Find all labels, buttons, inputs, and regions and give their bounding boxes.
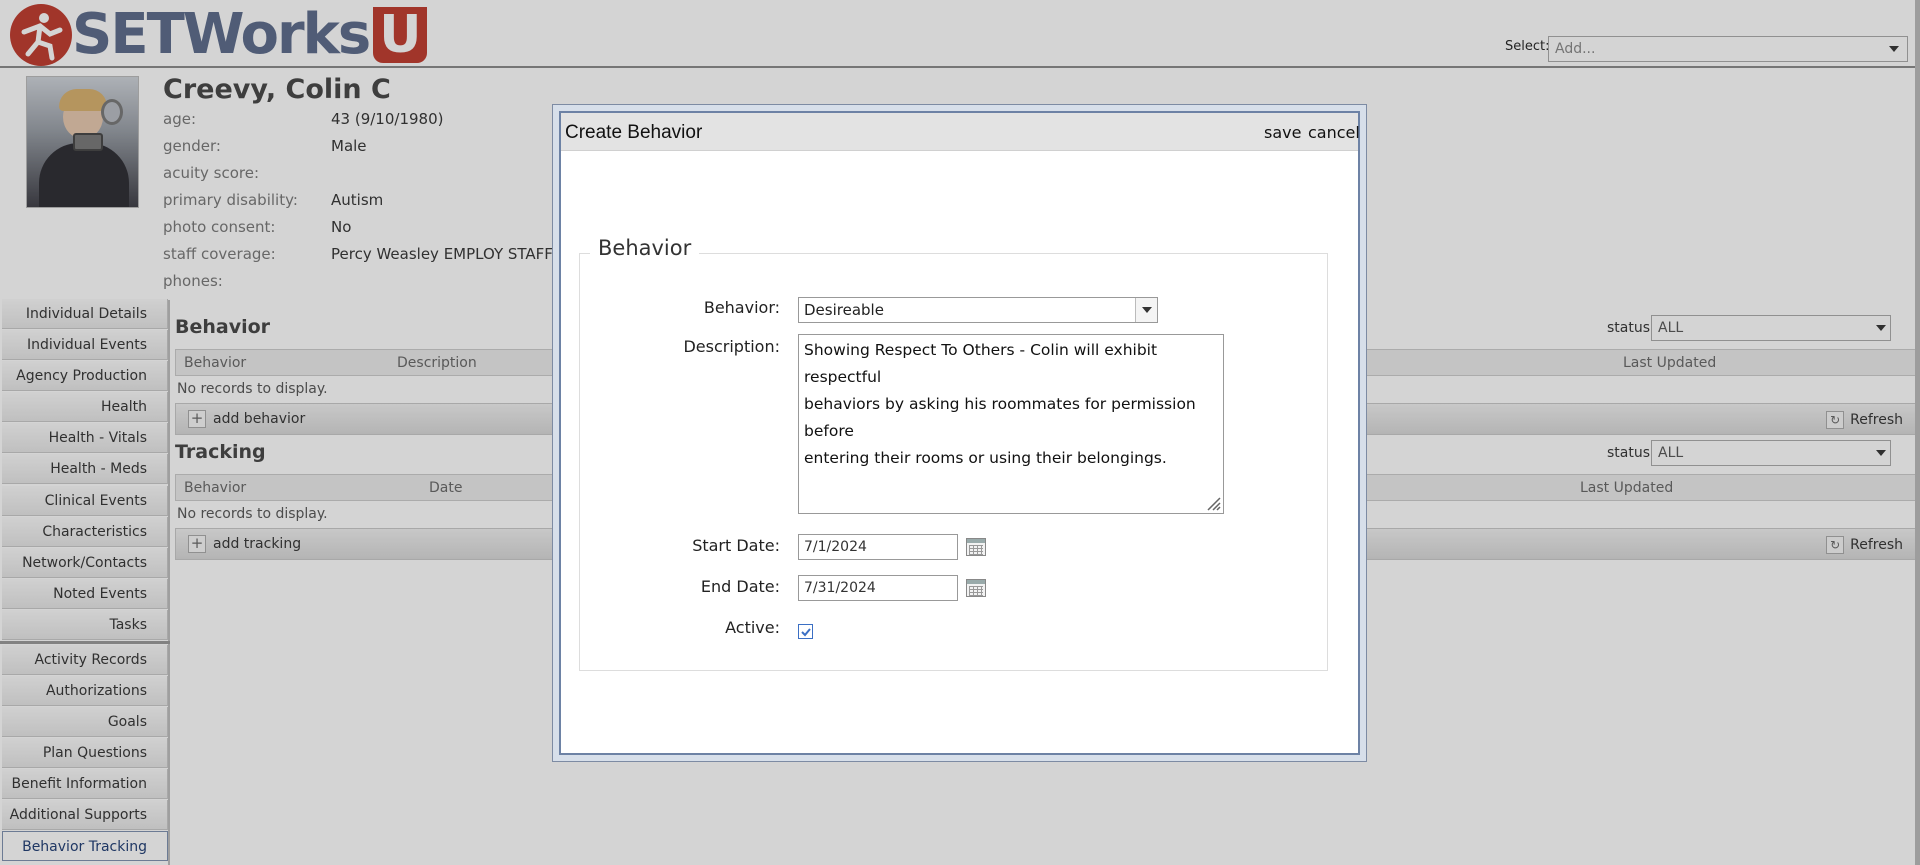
behavior-select[interactable]: Desireable: [798, 297, 1158, 323]
description-line: behaviors by asking his roommates for pe…: [804, 395, 1196, 440]
start-date-input[interactable]: 7/1/2024: [798, 534, 958, 560]
active-label: Active:: [725, 618, 780, 637]
calendar-icon[interactable]: [966, 538, 986, 556]
fieldset-legend: Behavior: [590, 236, 700, 260]
behavior-select-value: Desireable: [804, 301, 884, 319]
dialog-titlebar: Create Behavior save cancel: [561, 113, 1360, 151]
calendar-icon[interactable]: [966, 579, 986, 597]
dialog-body: Create Behavior save cancel Behavior Beh…: [559, 111, 1360, 755]
behavior-label: Behavior:: [703, 298, 780, 317]
end-date-input[interactable]: 7/31/2024: [798, 575, 958, 601]
cancel-button[interactable]: cancel: [1308, 123, 1360, 142]
create-behavior-dialog: Create Behavior save cancel Behavior Beh…: [552, 104, 1367, 762]
description-line: Showing Respect To Others - Colin will e…: [804, 341, 1158, 386]
save-button[interactable]: save: [1264, 123, 1301, 142]
resize-grip-icon[interactable]: [1203, 493, 1221, 511]
app-root: SETWorks U Select: Add... Creevy, Colin …: [0, 0, 1920, 865]
chevron-down-icon[interactable]: [1135, 298, 1157, 322]
description-textarea[interactable]: Showing Respect To Others - Colin will e…: [798, 334, 1224, 514]
start-date-label: Start Date:: [692, 536, 780, 555]
checkmark-icon: [801, 628, 811, 637]
description-line: entering their rooms or using their belo…: [804, 449, 1167, 467]
description-label: Description:: [683, 337, 780, 356]
end-date-label: End Date:: [700, 577, 780, 596]
behavior-fieldset: Behavior Behavior: Desireable Descriptio…: [579, 236, 1328, 671]
active-checkbox[interactable]: [798, 624, 813, 639]
dialog-title: Create Behavior: [565, 122, 703, 143]
